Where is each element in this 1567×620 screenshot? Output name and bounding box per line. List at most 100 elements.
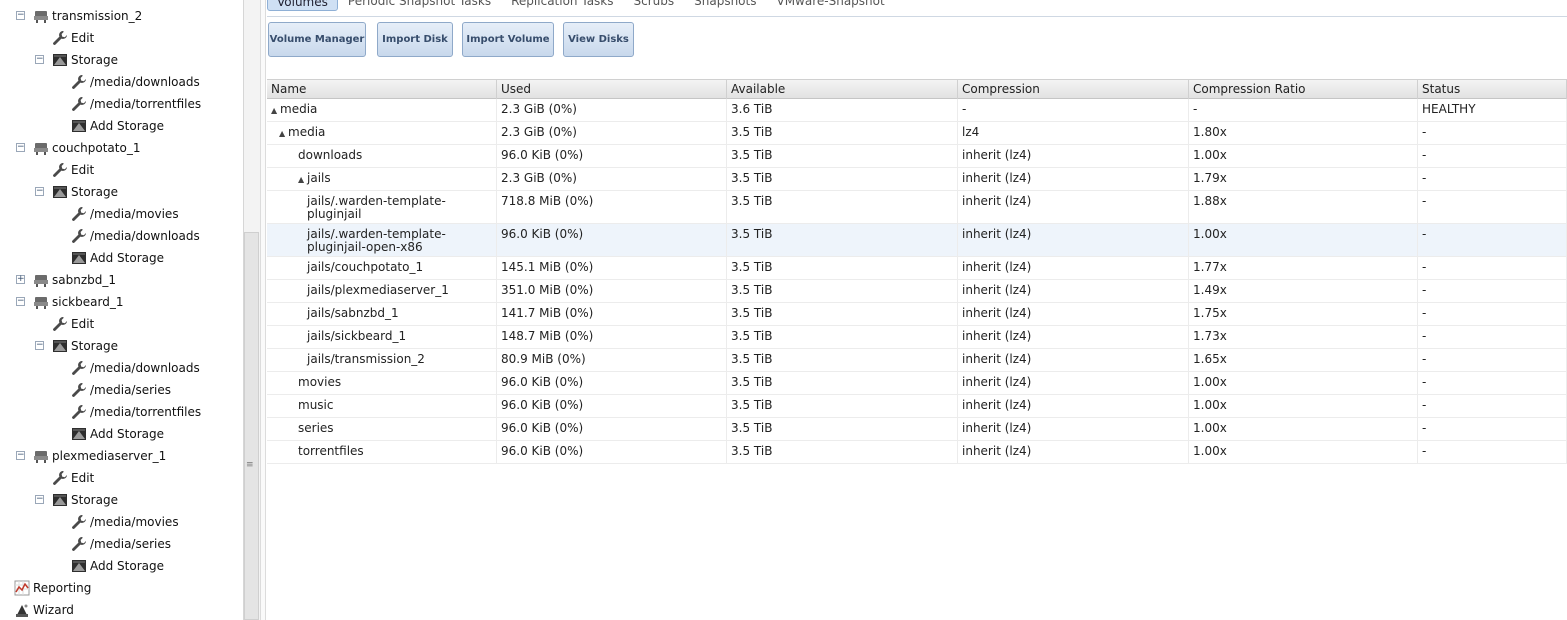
table-row[interactable]: ▲ jails 2.3 GiB (0%) 3.5 TiB inherit (lz4) 1.… xyxy=(267,168,1567,191)
tree-collapse-icon[interactable]: − xyxy=(35,187,44,196)
tab-periodic-snapshot-tasks[interactable]: Periodic Snapshot Tasks xyxy=(338,0,501,11)
tree-collapse-icon[interactable]: − xyxy=(35,55,44,64)
cell-used: 718.8 MiB (0%) xyxy=(497,191,727,224)
tab-replication-tasks[interactable]: Replication Tasks xyxy=(501,0,623,11)
tree-item[interactable]: Storage xyxy=(52,49,118,71)
tree-item[interactable]: Edit xyxy=(52,159,94,181)
table-row[interactable]: ▲ media 2.3 GiB (0%) 3.5 TiB lz4 1.80x - xyxy=(267,122,1567,145)
tree-item[interactable]: /media/series xyxy=(71,379,171,401)
jail-icon xyxy=(33,140,49,156)
tree-item[interactable]: Edit xyxy=(52,467,94,489)
column-header-compression-ratio[interactable]: Compression Ratio xyxy=(1189,80,1418,99)
jail-icon xyxy=(33,272,49,288)
table-row[interactable]: downloads 96.0 KiB (0%) 3.5 TiB inherit (lz… xyxy=(267,145,1567,168)
tree-collapse-icon[interactable]: − xyxy=(16,143,25,152)
dataset-name: torrentfiles xyxy=(298,444,364,458)
wrench-icon xyxy=(71,514,87,530)
column-header-compression[interactable]: Compression xyxy=(958,80,1189,99)
table-row[interactable]: jails/couchpotato_1 145.1 MiB (0%) 3.5 TiB… xyxy=(267,257,1567,280)
volume-manager-button[interactable]: Volume Manager xyxy=(268,22,366,57)
cell-available: 3.5 TiB xyxy=(727,257,958,280)
tree-item[interactable]: Wizard xyxy=(14,599,74,620)
tree-collapse-icon[interactable]: − xyxy=(16,451,25,460)
table-row[interactable]: torrentfiles 96.0 KiB (0%) 3.5 TiB inherit … xyxy=(267,441,1567,464)
splitter-grip-icon[interactable]: ≡ xyxy=(246,460,254,470)
tree-item[interactable]: couchpotato_1 xyxy=(33,137,140,159)
table-row[interactable]: jails/.warden-template- pluginjail 718.8 … xyxy=(267,191,1567,224)
tree-toggle-icon[interactable]: ▲ xyxy=(298,173,307,186)
tree-collapse-icon[interactable]: − xyxy=(16,297,25,306)
table-row[interactable]: music 96.0 KiB (0%) 3.5 TiB inherit (lz4) 1.… xyxy=(267,395,1567,418)
tree-item[interactable]: /media/downloads xyxy=(71,225,200,247)
pane-splitter[interactable] xyxy=(260,0,266,620)
tree-item-label: /media/downloads xyxy=(90,75,200,89)
cell-ratio: 1.88x xyxy=(1189,191,1418,224)
tree-item[interactable]: Add Storage xyxy=(71,423,164,445)
tree-item[interactable]: /media/torrentfiles xyxy=(71,93,201,115)
table-row[interactable]: series 96.0 KiB (0%) 3.5 TiB inherit (lz4) 1… xyxy=(267,418,1567,441)
tree-item-label: Wizard xyxy=(33,603,74,617)
tree-item[interactable]: plexmediaserver_1 xyxy=(33,445,166,467)
table-row[interactable]: jails/sickbeard_1 148.7 MiB (0%) 3.5 TiB in… xyxy=(267,326,1567,349)
tree-item[interactable]: /media/downloads xyxy=(71,71,200,93)
tree-item[interactable]: /media/movies xyxy=(71,511,179,533)
cell-ratio: 1.75x xyxy=(1189,303,1418,326)
tree-expand-icon[interactable]: + xyxy=(16,275,25,284)
tree-item[interactable]: Storage xyxy=(52,335,118,357)
cell-name: ▲ media xyxy=(267,99,497,122)
column-header-available[interactable]: Available xyxy=(727,80,958,99)
tab-scrubs[interactable]: Scrubs xyxy=(624,0,685,11)
column-header-status[interactable]: Status xyxy=(1418,80,1567,99)
tree-item[interactable]: Storage xyxy=(52,489,118,511)
table-row[interactable]: jails/transmission_2 80.9 MiB (0%) 3.5 TiB… xyxy=(267,349,1567,372)
tree-item[interactable]: /media/movies xyxy=(71,203,179,225)
table-row[interactable]: movies 96.0 KiB (0%) 3.5 TiB inherit (lz4) 1… xyxy=(267,372,1567,395)
tree-item[interactable]: Edit xyxy=(52,27,94,49)
tab-volumes[interactable]: Volumes xyxy=(267,0,338,11)
table-row[interactable]: jails/.warden-template- pluginjail-open-… xyxy=(267,224,1567,257)
tree-item[interactable]: Add Storage xyxy=(71,247,164,269)
cell-status: - xyxy=(1418,122,1567,145)
column-header-name[interactable]: Name xyxy=(267,80,497,99)
sidebar-scrollbar-thumb[interactable] xyxy=(244,232,259,620)
cell-ratio: 1.79x xyxy=(1189,168,1418,191)
wrench-icon xyxy=(52,316,68,332)
cell-compression: inherit (lz4) xyxy=(958,257,1189,280)
cell-ratio: 1.00x xyxy=(1189,145,1418,168)
cell-compression: inherit (lz4) xyxy=(958,418,1189,441)
tree-item[interactable]: Storage xyxy=(52,181,118,203)
tree-item-label: /media/series xyxy=(90,537,171,551)
tree-item[interactable]: Add Storage xyxy=(71,555,164,577)
tree-item[interactable]: /media/downloads xyxy=(71,357,200,379)
tree-collapse-icon[interactable]: − xyxy=(16,11,25,20)
table-row[interactable]: jails/sabnzbd_1 141.7 MiB (0%) 3.5 TiB inhe… xyxy=(267,303,1567,326)
table-row[interactable]: jails/plexmediaserver_1 351.0 MiB (0%) 3.5… xyxy=(267,280,1567,303)
tree-item[interactable]: /media/torrentfiles xyxy=(71,401,201,423)
tree-item[interactable]: sickbeard_1 xyxy=(33,291,123,313)
import-volume-button[interactable]: Import Volume xyxy=(462,22,554,57)
tree-item[interactable]: /media/series xyxy=(71,533,171,555)
tree-item[interactable]: Reporting xyxy=(14,577,91,599)
tree-item[interactable]: transmission_2 xyxy=(33,5,142,27)
tree-item[interactable]: Edit xyxy=(52,313,94,335)
tree-toggle-icon[interactable]: ▲ xyxy=(279,127,288,140)
tab-vmware-snapshot[interactable]: VMware-Snapshot xyxy=(766,0,894,11)
import-disk-button[interactable]: Import Disk xyxy=(377,22,453,57)
cell-available: 3.5 TiB xyxy=(727,168,958,191)
view-disks-button[interactable]: View Disks xyxy=(563,22,634,57)
column-header-used[interactable]: Used xyxy=(497,80,727,99)
cell-status: - xyxy=(1418,145,1567,168)
dataset-name: media xyxy=(288,125,326,139)
tree-item[interactable]: sabnzbd_1 xyxy=(33,269,116,291)
cell-ratio: 1.65x xyxy=(1189,349,1418,372)
tree-collapse-icon[interactable]: − xyxy=(35,341,44,350)
cell-available: 3.5 TiB xyxy=(727,224,958,257)
wrench-icon xyxy=(71,536,87,552)
cell-compression: inherit (lz4) xyxy=(958,191,1189,224)
tree-item[interactable]: Add Storage xyxy=(71,115,164,137)
tree-toggle-icon[interactable]: ▲ xyxy=(271,104,280,117)
table-row[interactable]: ▲ media 2.3 GiB (0%) 3.6 TiB - - HEALTHY xyxy=(267,99,1567,122)
cell-ratio: 1.80x xyxy=(1189,122,1418,145)
tab-snapshots[interactable]: Snapshots xyxy=(684,0,766,11)
tree-collapse-icon[interactable]: − xyxy=(35,495,44,504)
